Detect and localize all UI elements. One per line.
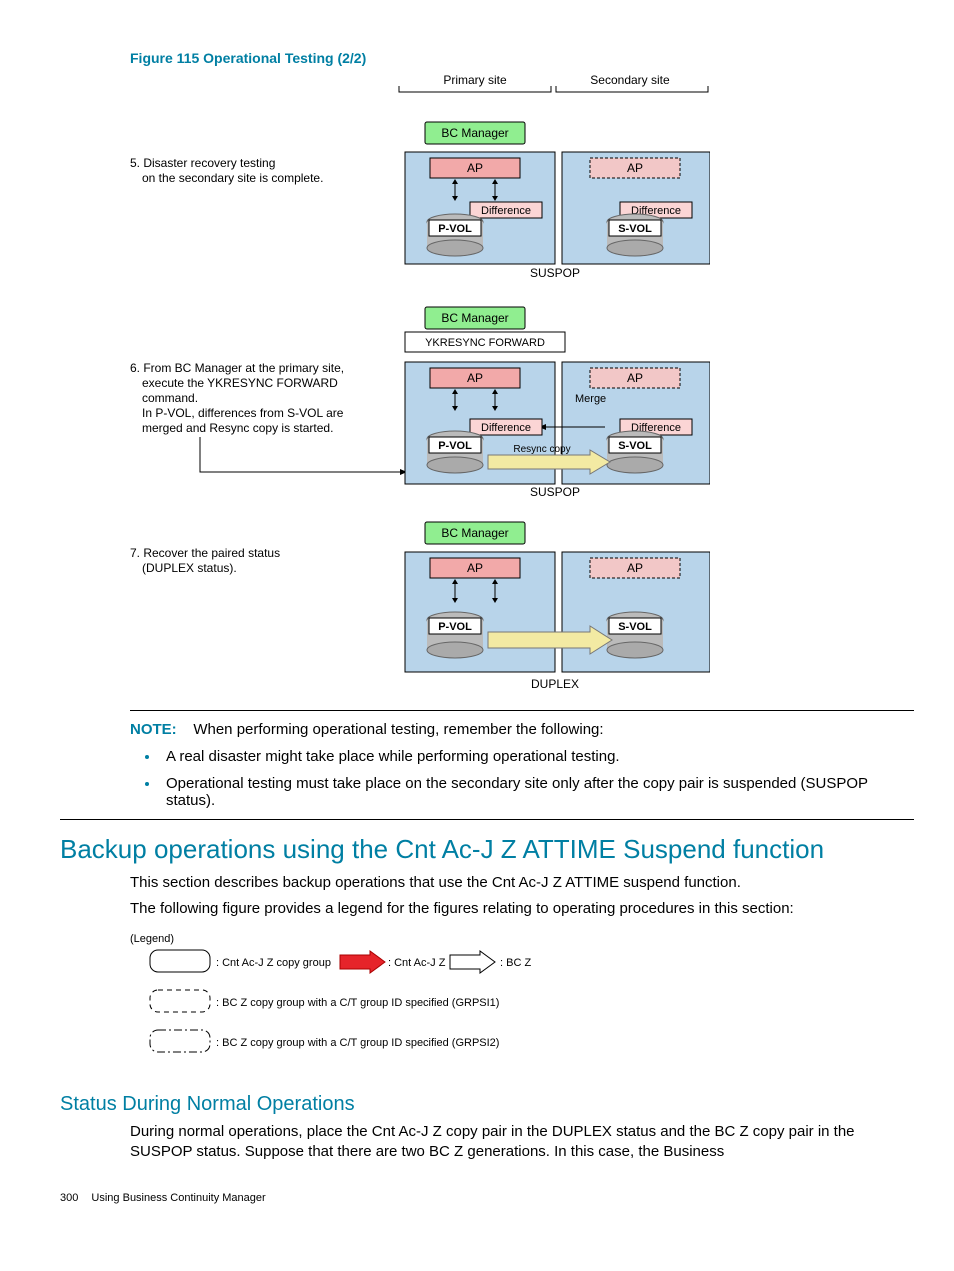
step6-line5: merged and Resync copy is started. xyxy=(142,421,333,435)
subsection-heading: Status During Normal Operations xyxy=(60,1093,914,1116)
ap-s1: AP xyxy=(627,161,643,175)
merge-label: Merge xyxy=(575,393,606,405)
ap-p1: AP xyxy=(467,161,483,175)
step6-line3: command. xyxy=(142,391,198,405)
section-heading: Backup operations using the Cnt Ac-J Z A… xyxy=(60,834,914,865)
section-p2: The following figure provides a legend f… xyxy=(130,899,914,919)
divider xyxy=(60,819,914,820)
ykresync-label: YKRESYNC FORWARD xyxy=(425,337,545,349)
legend-item4: : BC Z copy group with a C/T group ID sp… xyxy=(216,997,499,1009)
bc-manager-1: BC Manager xyxy=(441,126,508,140)
pvol-cyl-1: P-VOL xyxy=(427,214,483,256)
secondary-site-label: Secondary site xyxy=(590,73,670,87)
diagram-figure-115: Primary site Secondary site 5. Disaster … xyxy=(130,72,914,702)
step7-line2: (DUPLEX status). xyxy=(142,561,237,575)
step5-line1: 5. Disaster recovery testing xyxy=(130,156,275,170)
note-bullet-1: A real disaster might take place while p… xyxy=(160,748,914,765)
note-line: NOTE: When performing operational testin… xyxy=(130,721,914,738)
svg-text:S-VOL: S-VOL xyxy=(618,621,652,633)
svg-text:P-VOL: P-VOL xyxy=(438,440,472,452)
ap-s2: AP xyxy=(627,371,643,385)
duplex-label: DUPLEX xyxy=(531,677,579,691)
footer-title: Using Business Continuity Manager xyxy=(91,1192,265,1204)
pvol-cyl-2: P-VOL xyxy=(427,431,483,473)
figure-caption: Figure 115 Operational Testing (2/2) xyxy=(130,50,914,66)
svol-cyl-2: S-VOL xyxy=(607,431,663,473)
bc-manager-3: BC Manager xyxy=(441,526,508,540)
ap-s3: AP xyxy=(627,561,643,575)
primary-site-label: Primary site xyxy=(443,73,507,87)
ap-p3: AP xyxy=(467,561,483,575)
ap-p2: AP xyxy=(467,371,483,385)
divider xyxy=(130,710,914,711)
note-bullet-2: Operational testing must take place on t… xyxy=(160,775,914,809)
subsection-p1: During normal operations, place the Cnt … xyxy=(130,1122,914,1163)
note-label: NOTE: xyxy=(130,721,177,738)
step6-line1: 6. From BC Manager at the primary site, xyxy=(130,361,344,375)
note-intro: When performing operational testing, rem… xyxy=(193,721,603,738)
diff-p1: Difference xyxy=(481,205,531,217)
page-number: 300 xyxy=(60,1192,78,1204)
page-footer: 300 Using Business Continuity Manager xyxy=(60,1192,914,1204)
legend-item3: : BC Z xyxy=(500,957,531,969)
step5-line2: on the secondary site is complete. xyxy=(142,171,323,185)
pvol-cyl-3: P-VOL xyxy=(427,612,483,658)
legend-figure: (Legend) : Cnt Ac-J Z copy group : Cnt A… xyxy=(130,930,914,1075)
suspop-2: SUSPOP xyxy=(530,485,580,499)
step6-line4: In P-VOL, differences from S-VOL are xyxy=(142,406,344,420)
step7-line1: 7. Recover the paired status xyxy=(130,546,280,560)
legend-item2: : Cnt Ac-J Z xyxy=(388,957,446,969)
svg-text:S-VOL: S-VOL xyxy=(618,223,652,235)
svg-text:P-VOL: P-VOL xyxy=(438,621,472,633)
svg-text:S-VOL: S-VOL xyxy=(618,440,652,452)
note-bullets: A real disaster might take place while p… xyxy=(160,748,914,809)
svol-cyl-3: S-VOL xyxy=(607,612,663,658)
legend-item5: : BC Z copy group with a C/T group ID sp… xyxy=(216,1037,499,1049)
svol-cyl-1: S-VOL xyxy=(607,214,663,256)
resync-copy-label: Resync copy xyxy=(513,444,570,455)
diff-p2: Difference xyxy=(481,422,531,434)
step6-line2: execute the YKRESYNC FORWARD xyxy=(142,376,338,390)
svg-text:P-VOL: P-VOL xyxy=(438,223,472,235)
bc-manager-2: BC Manager xyxy=(441,311,508,325)
section-p1: This section describes backup operations… xyxy=(130,873,914,893)
legend-item1: : Cnt Ac-J Z copy group xyxy=(216,957,331,969)
legend-title: (Legend) xyxy=(130,933,174,945)
suspop-1: SUSPOP xyxy=(530,266,580,280)
